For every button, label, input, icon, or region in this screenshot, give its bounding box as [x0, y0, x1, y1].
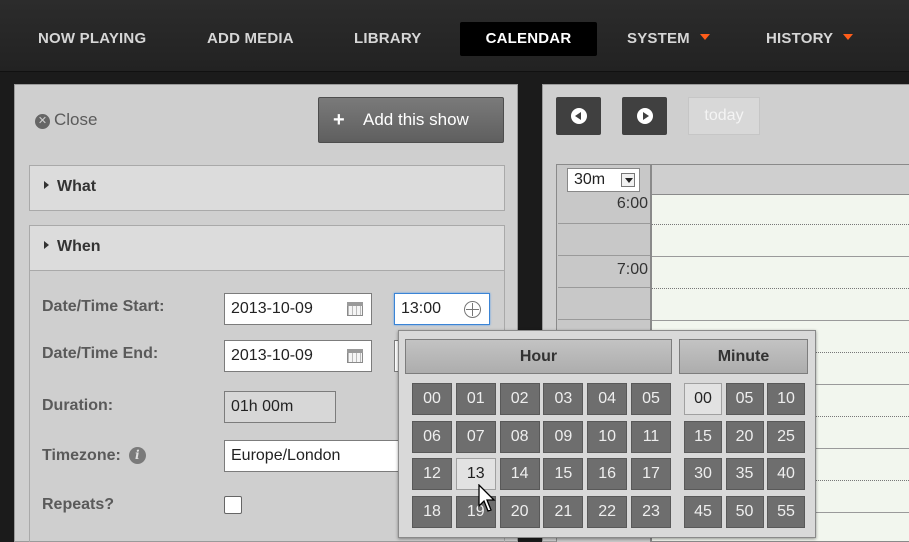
- minute-cell-55[interactable]: 55: [767, 495, 805, 528]
- calendar-icon[interactable]: [347, 302, 363, 316]
- clock-icon[interactable]: [464, 301, 481, 318]
- minute-cell-35[interactable]: 35: [725, 458, 764, 490]
- hour-cell-15[interactable]: 15: [543, 458, 584, 490]
- hour-cell-22[interactable]: 22: [587, 495, 628, 528]
- hour-cell-09[interactable]: 09: [543, 420, 584, 453]
- minute-cell-20[interactable]: 20: [725, 420, 764, 453]
- minute-cell-05[interactable]: 05: [725, 383, 764, 415]
- minute-cell-50[interactable]: 50: [725, 495, 764, 528]
- end-date-input[interactable]: 2013-10-09: [224, 340, 372, 372]
- close-label: Close: [54, 110, 98, 129]
- gutter-line: [558, 287, 650, 288]
- calendar-icon[interactable]: [347, 349, 363, 363]
- hour-line: [652, 256, 909, 257]
- hour-cell-02[interactable]: 02: [499, 383, 540, 415]
- dropdown-arrow-icon: [621, 173, 635, 187]
- nav-add-media[interactable]: ADD MEDIA: [197, 22, 304, 56]
- today-button[interactable]: today: [688, 97, 760, 135]
- hour-cell-23[interactable]: 23: [631, 495, 671, 528]
- end-label: Date/Time End:: [42, 345, 159, 362]
- hour-cell-11[interactable]: 11: [631, 420, 671, 453]
- hour-cell-06[interactable]: 06: [412, 420, 452, 453]
- duration-value: 01h 00m: [231, 398, 294, 415]
- section-when[interactable]: When: [29, 225, 505, 271]
- slot-size-select[interactable]: 30m: [567, 168, 640, 192]
- hour-cell-04[interactable]: 04: [587, 383, 628, 415]
- top-navigation: NOW PLAYING ADD MEDIA LIBRARY CALENDAR S…: [0, 0, 909, 72]
- duration-label: Duration:: [42, 397, 114, 414]
- prev-arrow-icon: [571, 108, 587, 124]
- hour-cell-12[interactable]: 12: [412, 458, 452, 490]
- dropdown-caret-icon: [843, 34, 854, 41]
- nav-calendar[interactable]: CALENDAR: [460, 22, 597, 56]
- next-button[interactable]: [622, 97, 667, 135]
- section-what-label: What: [44, 178, 96, 196]
- next-arrow-icon: [637, 108, 653, 124]
- hour-cell-07[interactable]: 07: [455, 420, 496, 453]
- hour-cell-10[interactable]: 10: [587, 420, 628, 453]
- add-show-label: Add this show: [363, 110, 469, 129]
- nav-system[interactable]: SYSTEM: [617, 22, 720, 56]
- minute-cell-00[interactable]: 00: [684, 383, 722, 415]
- close-link[interactable]: ✕ Close: [35, 110, 97, 130]
- repeats-label: Repeats?: [42, 496, 115, 513]
- minute-header: Minute: [679, 339, 808, 374]
- minute-cell-15[interactable]: 15: [684, 420, 722, 453]
- slot-line: [652, 288, 909, 289]
- hour-cell-05[interactable]: 05: [631, 383, 671, 415]
- hour-cell-18[interactable]: 18: [412, 495, 452, 528]
- dropdown-caret-icon: [699, 34, 710, 41]
- minute-cell-10[interactable]: 10: [767, 383, 805, 415]
- hour-line: [652, 320, 909, 321]
- time-label: 6:00: [616, 195, 648, 212]
- start-time-value: 13:00: [401, 300, 442, 317]
- mouse-cursor-icon: [478, 484, 496, 512]
- minute-cell-30[interactable]: 30: [684, 458, 722, 490]
- prev-button[interactable]: [556, 97, 601, 135]
- expand-arrow-icon: [44, 241, 49, 249]
- minute-cell-25[interactable]: 25: [767, 420, 805, 453]
- hour-cell-21[interactable]: 21: [543, 495, 584, 528]
- gutter-line: [558, 223, 650, 224]
- start-date-value: 2013-10-09: [231, 300, 313, 317]
- hour-cell-20[interactable]: 20: [499, 495, 540, 528]
- info-icon[interactable]: i: [128, 447, 146, 464]
- close-circle-icon: ✕: [35, 114, 50, 129]
- nav-library[interactable]: LIBRARY: [344, 22, 432, 56]
- time-label: 7:00: [616, 261, 648, 278]
- hour-cell-00[interactable]: 00: [412, 383, 452, 415]
- start-time-input[interactable]: 13:00: [394, 293, 490, 325]
- timezone-value: Europe/London: [231, 447, 341, 464]
- hour-cell-16[interactable]: 16: [587, 458, 628, 490]
- duration-field: 01h 00m: [224, 391, 336, 423]
- plus-icon: +: [333, 109, 345, 131]
- section-what[interactable]: What: [29, 165, 505, 211]
- repeats-checkbox[interactable]: [224, 496, 242, 514]
- hour-cell-01[interactable]: 01: [455, 383, 496, 415]
- hour-cell-08[interactable]: 08: [499, 420, 540, 453]
- gutter-line: [558, 255, 650, 256]
- gutter-line: [558, 319, 650, 320]
- slot-size-value: 30m: [574, 171, 606, 188]
- nav-system-label: SYSTEM: [627, 30, 690, 47]
- hour-cell-17[interactable]: 17: [631, 458, 671, 490]
- hour-cell-03[interactable]: 03: [543, 383, 584, 415]
- nav-now-playing[interactable]: NOW PLAYING: [28, 22, 156, 56]
- start-date-input[interactable]: 2013-10-09: [224, 293, 372, 325]
- add-show-button[interactable]: + Add this show: [318, 97, 504, 143]
- nav-history[interactable]: HISTORY: [756, 22, 863, 56]
- expand-arrow-icon: [44, 181, 49, 189]
- section-when-label: When: [44, 238, 101, 256]
- start-label: Date/Time Start:: [42, 298, 165, 315]
- timezone-select[interactable]: Europe/London: [224, 440, 414, 472]
- end-date-value: 2013-10-09: [231, 347, 313, 364]
- minute-cell-45[interactable]: 45: [684, 495, 722, 528]
- nav-history-label: HISTORY: [766, 30, 834, 47]
- slot-line: [652, 224, 909, 225]
- timezone-label: Timezone: i: [42, 447, 146, 465]
- hour-header: Hour: [405, 339, 672, 374]
- minute-cell-40[interactable]: 40: [767, 458, 805, 490]
- hour-cell-14[interactable]: 14: [499, 458, 540, 490]
